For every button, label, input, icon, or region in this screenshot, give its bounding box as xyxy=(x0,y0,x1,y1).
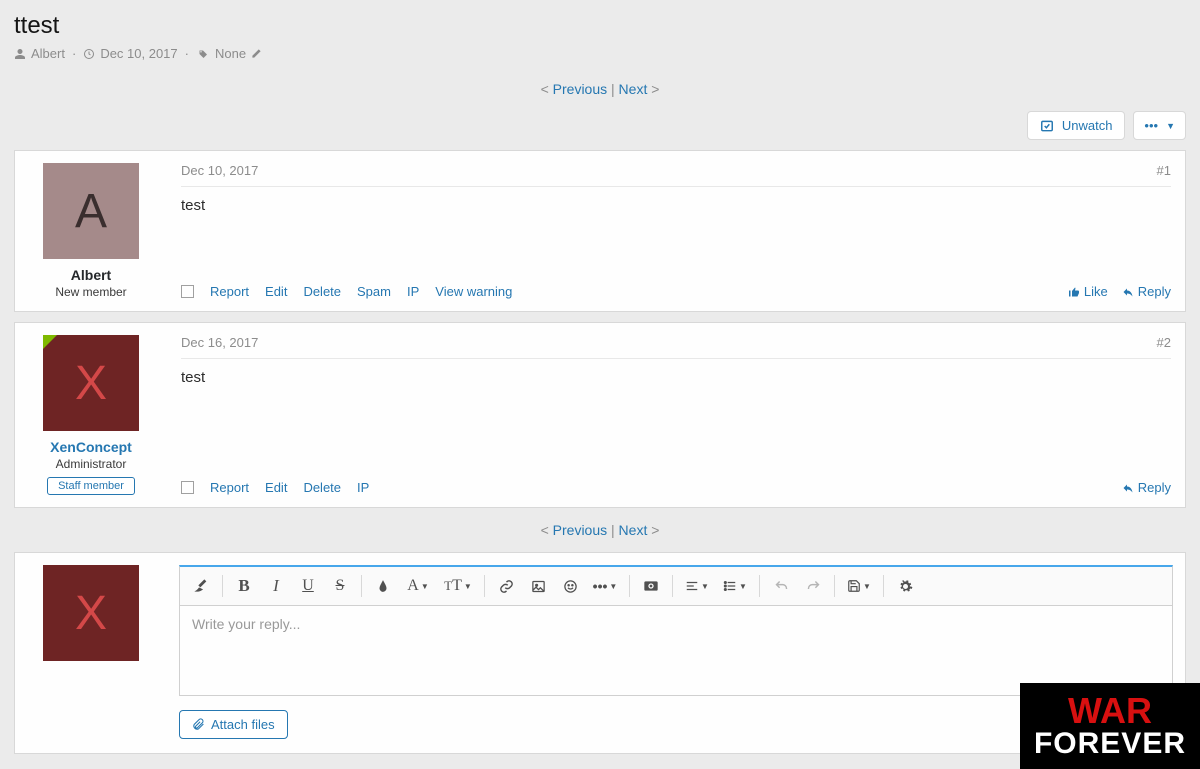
report-link[interactable]: Report xyxy=(210,480,249,495)
pagination-top: < Previous | Next > xyxy=(14,81,1186,97)
post-content: test xyxy=(181,369,1171,430)
spam-link[interactable]: Spam xyxy=(357,284,391,299)
reply-link[interactable]: Reply xyxy=(1122,284,1171,299)
delete-link[interactable]: Delete xyxy=(303,480,341,495)
clear-format-icon[interactable] xyxy=(186,571,216,601)
reply-link[interactable]: Reply xyxy=(1122,480,1171,495)
thread-meta: Albert · Dec 10, 2017 · None xyxy=(14,46,1186,61)
user-banner: Staff member xyxy=(47,477,135,495)
prev-link[interactable]: Previous xyxy=(553,522,607,538)
avatar[interactable]: A xyxy=(43,163,139,259)
post: A Albert New member Dec 10, 2017 #1 test… xyxy=(14,150,1186,312)
thread-title: ttest xyxy=(14,12,1186,40)
font-size-icon[interactable]: TT▼ xyxy=(438,571,478,601)
report-link[interactable]: Report xyxy=(210,284,249,299)
delete-link[interactable]: Delete xyxy=(303,284,341,299)
avatar[interactable]: X xyxy=(43,335,139,431)
align-icon[interactable]: ▼ xyxy=(679,571,715,601)
thread-tags: None xyxy=(215,46,246,61)
ellipsis-icon: ••• xyxy=(1144,118,1158,133)
strike-icon[interactable]: S xyxy=(325,571,355,601)
undo-icon[interactable] xyxy=(766,571,796,601)
post-number[interactable]: #1 xyxy=(1157,163,1171,178)
view-warning-link[interactable]: View warning xyxy=(435,284,512,299)
reply-icon xyxy=(1122,286,1134,298)
prev-link[interactable]: Previous xyxy=(553,81,607,97)
chevron-down-icon: ▼ xyxy=(1166,121,1175,131)
thumbs-up-icon xyxy=(1068,286,1080,298)
username-link[interactable]: XenConcept xyxy=(27,439,155,455)
underline-icon[interactable]: U xyxy=(293,571,323,601)
next-link[interactable]: Next xyxy=(619,81,648,97)
redo-icon[interactable] xyxy=(798,571,828,601)
post: X XenConcept Administrator Staff member … xyxy=(14,322,1186,508)
save-draft-icon[interactable]: ▼ xyxy=(841,571,877,601)
post-content: test xyxy=(181,197,1171,234)
ip-link[interactable]: IP xyxy=(407,284,419,299)
edit-tags-icon[interactable] xyxy=(251,48,262,59)
thread-author[interactable]: Albert xyxy=(31,46,65,61)
media-icon[interactable] xyxy=(636,571,666,601)
user-title: Administrator xyxy=(27,457,155,471)
like-link[interactable]: Like xyxy=(1068,284,1108,299)
edit-link[interactable]: Edit xyxy=(265,480,287,495)
image-icon[interactable] xyxy=(523,571,553,601)
post-number[interactable]: #2 xyxy=(1157,335,1171,350)
text-color-icon[interactable] xyxy=(368,571,398,601)
tags-icon xyxy=(196,48,210,60)
avatar[interactable]: X xyxy=(43,565,139,661)
italic-icon[interactable]: I xyxy=(261,571,291,601)
username-link[interactable]: Albert xyxy=(27,267,155,283)
ip-link[interactable]: IP xyxy=(357,480,369,495)
attach-files-button[interactable]: Attach files xyxy=(179,710,288,739)
unwatch-button[interactable]: Unwatch xyxy=(1027,111,1126,140)
bold-icon[interactable]: B xyxy=(229,571,259,601)
edit-link[interactable]: Edit xyxy=(265,284,287,299)
editor-toolbar: B I U S A▼ TT▼ •••▼ ▼ ▼ xyxy=(179,565,1173,606)
post-date[interactable]: Dec 10, 2017 xyxy=(181,163,258,178)
settings-icon[interactable] xyxy=(890,571,920,601)
link-icon[interactable] xyxy=(491,571,521,601)
clock-icon xyxy=(83,48,95,60)
reply-icon xyxy=(1122,482,1134,494)
select-checkbox[interactable] xyxy=(181,481,194,494)
list-icon[interactable]: ▼ xyxy=(717,571,753,601)
thread-date: Dec 10, 2017 xyxy=(100,46,177,61)
select-checkbox[interactable] xyxy=(181,285,194,298)
more-insert-icon[interactable]: •••▼ xyxy=(587,571,623,601)
pagination-bottom: < Previous | Next > xyxy=(14,522,1186,538)
more-button[interactable]: ••• ▼ xyxy=(1133,111,1186,140)
watermark: WAR FOREVER xyxy=(1020,683,1200,769)
online-badge xyxy=(43,335,57,349)
reply-editor: X B I U S A▼ TT▼ •••▼ xyxy=(14,552,1186,754)
user-title: New member xyxy=(27,285,155,299)
user-icon xyxy=(14,48,26,60)
post-date[interactable]: Dec 16, 2017 xyxy=(181,335,258,350)
paperclip-icon xyxy=(192,718,205,731)
smilie-icon[interactable] xyxy=(555,571,585,601)
font-family-icon[interactable]: A▼ xyxy=(400,571,436,601)
next-link[interactable]: Next xyxy=(619,522,648,538)
